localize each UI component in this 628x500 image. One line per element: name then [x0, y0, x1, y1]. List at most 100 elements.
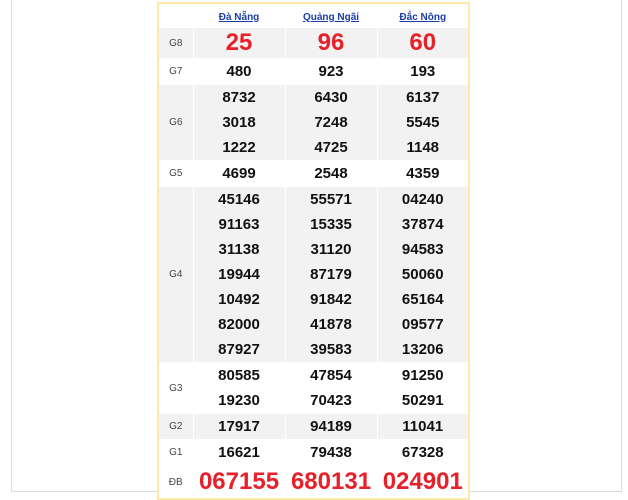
- province-link-dac-nong[interactable]: Đắc Nông: [399, 12, 446, 23]
- prize-cell: 8732 3018 1222: [192, 84, 286, 161]
- prize-number: 45146: [218, 191, 260, 208]
- prize-number: 19230: [218, 392, 260, 409]
- prize-number: 91250: [401, 367, 444, 384]
- prize-number: 41878: [310, 316, 352, 333]
- prize-cell: 25: [192, 27, 286, 59]
- prize-cell: 2548: [284, 160, 378, 187]
- prize-number: 67328: [401, 444, 444, 461]
- prize-number: 193: [410, 63, 436, 80]
- prize-number: 15335: [310, 216, 352, 233]
- prize-cell: 80585 19230: [192, 362, 286, 414]
- prize-number: 11041: [402, 418, 444, 435]
- prize-cell: 17917: [192, 413, 286, 440]
- prize-number: 7248: [314, 114, 348, 131]
- province-header[interactable]: Đà Nẵng: [192, 2, 286, 28]
- prize-number: 16621: [218, 444, 260, 461]
- prize-cell: 96: [284, 27, 378, 59]
- prize-number: 65164: [401, 291, 444, 308]
- prize-number: 39583: [310, 341, 352, 358]
- prize-label: G6: [157, 84, 194, 161]
- prize-cell: 04240 37874 94583 50060 65164 09577 13206: [376, 186, 470, 363]
- prize-label: G2: [157, 413, 194, 440]
- prize-cell: 60: [376, 27, 470, 59]
- prize-number: 91163: [218, 216, 260, 233]
- prize-number: 17917: [218, 418, 260, 435]
- prize-number: 6430: [314, 89, 348, 106]
- prize-label: G3: [157, 362, 194, 414]
- prize-number: 480: [226, 63, 252, 80]
- prize-cell: 6430 7248 4725: [284, 84, 378, 161]
- prize-cell: 4699: [192, 160, 286, 187]
- prize-number: 10492: [218, 291, 260, 308]
- prize-number: 923: [318, 63, 344, 80]
- prize-number: 79438: [310, 444, 352, 461]
- prize-number: 19944: [218, 266, 260, 283]
- prize-cell: 47854 70423: [284, 362, 378, 414]
- prize-cell: 91250 50291: [376, 362, 470, 414]
- prize-cell: 480: [192, 58, 286, 85]
- province-link-quang-ngai[interactable]: Quảng Ngãi: [303, 12, 359, 23]
- prize-number: 87179: [310, 266, 352, 283]
- prize-number: 4359: [406, 165, 440, 182]
- prize-number: 50060: [401, 266, 444, 283]
- prize-label: G4: [157, 186, 194, 363]
- prize-number: 680131: [290, 468, 372, 495]
- header-empty: [157, 2, 194, 28]
- prize-cell: 6137 5545 1148: [376, 84, 470, 161]
- prize-label: G8: [157, 27, 194, 59]
- prize-number: 25: [225, 29, 253, 56]
- prize-cell: 024901: [376, 465, 470, 500]
- prize-number: 4699: [222, 165, 256, 182]
- prize-row-g8: G8 25 96 60: [157, 27, 470, 59]
- prize-number: 13206: [401, 341, 444, 358]
- prize-label: G1: [157, 439, 194, 466]
- prize-row-g1: G1 16621 79438 67328: [157, 439, 470, 466]
- prize-number: 37874: [401, 216, 444, 233]
- province-link-da-nang[interactable]: Đà Nẵng: [219, 12, 260, 23]
- prize-row-g4: G4 45146 91163 31138 19944 10492 82000 87927 555…: [157, 186, 470, 363]
- prize-cell: 680131: [284, 465, 378, 500]
- prize-number: 6137: [406, 89, 440, 106]
- prize-label: ĐB: [157, 465, 194, 500]
- prize-number: 09577: [401, 316, 444, 333]
- prize-cell: 923: [284, 58, 378, 85]
- prize-label: G7: [157, 58, 194, 85]
- prize-cell: 193: [376, 58, 470, 85]
- prize-number: 82000: [218, 316, 260, 333]
- prize-cell: 45146 91163 31138 19944 10492 82000 87927: [192, 186, 286, 363]
- province-header[interactable]: Quảng Ngãi: [284, 2, 378, 28]
- prize-row-g6: G6 8732 3018 1222 6430 7248 4725 6137 5545 1148: [157, 84, 470, 161]
- prize-row-g7: G7 480 923 193: [157, 58, 470, 85]
- province-header-row: Đà Nẵng Quảng Ngãi Đắc Nông: [157, 2, 470, 28]
- prize-number: 87927: [218, 341, 260, 358]
- prize-number: 47854: [310, 367, 352, 384]
- prize-number: 55571: [310, 191, 352, 208]
- prize-row-g2: G2 17917 94189 11041: [157, 413, 470, 440]
- prize-row-g3: G3 80585 19230 47854 70423 91250 50291: [157, 362, 470, 414]
- prize-cell: 67328: [376, 439, 470, 466]
- prize-cell: 11041: [376, 413, 470, 440]
- lottery-results-table: Đà Nẵng Quảng Ngãi Đắc Nông G8 25 96 60 G7 48…: [157, 2, 470, 500]
- prize-label: G5: [157, 160, 194, 187]
- prize-number: 60: [409, 29, 437, 56]
- province-header[interactable]: Đắc Nông: [376, 2, 470, 28]
- prize-cell: 4359: [376, 160, 470, 187]
- prize-number: 1222: [222, 139, 256, 156]
- prize-number: 2548: [314, 165, 348, 182]
- prize-cell: 067155: [192, 465, 286, 500]
- prize-row-db: ĐB 067155 680131 024901: [157, 465, 470, 500]
- prize-number: 94189: [310, 418, 352, 435]
- prize-cell: 16621: [192, 439, 286, 466]
- prize-cell: 94189: [284, 413, 378, 440]
- prize-number: 80585: [218, 367, 260, 384]
- prize-cell: 55571 15335 31120 87179 91842 41878 39583: [284, 186, 378, 363]
- prize-number: 1148: [406, 139, 440, 156]
- prize-number: 4725: [314, 139, 348, 156]
- prize-number: 3018: [222, 114, 256, 131]
- prize-number: 50291: [401, 392, 444, 409]
- prize-row-g5: G5 4699 2548 4359: [157, 160, 470, 187]
- prize-number: 94583: [401, 241, 444, 258]
- prize-number: 067155: [198, 468, 280, 495]
- prize-number: 96: [317, 29, 345, 56]
- prize-number: 04240: [401, 191, 444, 208]
